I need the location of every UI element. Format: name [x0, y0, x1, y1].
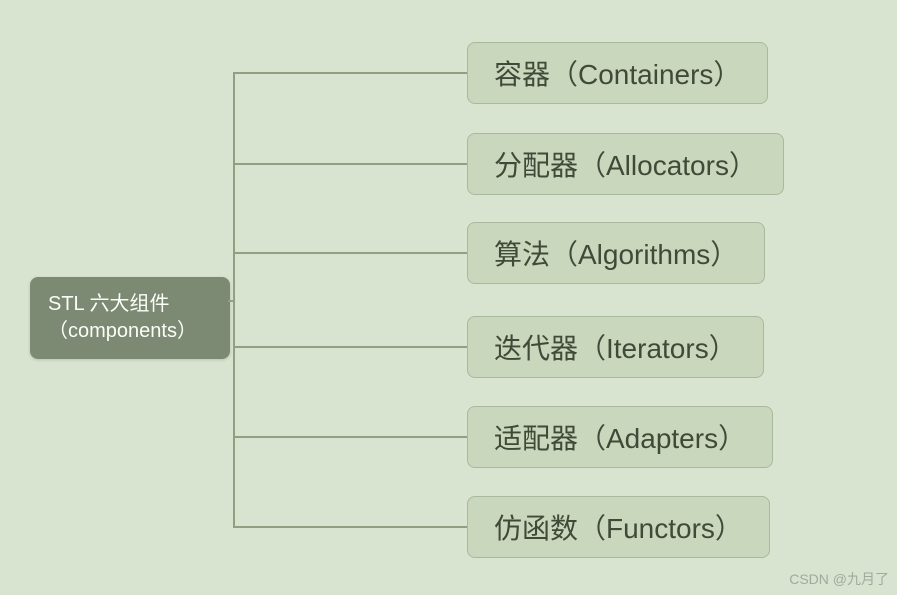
- connector-branch-4: [233, 436, 467, 438]
- child-label: 分配器（Allocators）: [494, 144, 757, 184]
- child-label: 迭代器（Iterators）: [494, 327, 737, 367]
- connector-branch-1: [233, 163, 467, 165]
- child-node-iterators: 迭代器（Iterators）: [467, 316, 764, 378]
- diagram-stage: STL 六大组件（components） 容器（Containers） 分配器（…: [0, 0, 897, 595]
- watermark-text: CSDN @九月了: [789, 569, 889, 589]
- child-label: 容器（Containers）: [494, 53, 741, 93]
- connector-branch-0: [233, 72, 467, 74]
- child-label: 算法（Algorithms）: [494, 233, 738, 273]
- child-node-functors: 仿函数（Functors）: [467, 496, 770, 558]
- connector-branch-3: [233, 346, 467, 348]
- child-node-containers: 容器（Containers）: [467, 42, 768, 104]
- child-label: 适配器（Adapters）: [494, 417, 746, 457]
- child-label: 仿函数（Functors）: [494, 507, 743, 547]
- child-node-algorithms: 算法（Algorithms）: [467, 222, 765, 284]
- root-label: STL 六大组件（components）: [48, 291, 212, 345]
- child-node-adapters: 适配器（Adapters）: [467, 406, 773, 468]
- child-node-allocators: 分配器（Allocators）: [467, 133, 784, 195]
- root-node: STL 六大组件（components）: [30, 277, 230, 359]
- connector-root-stub: [228, 300, 235, 302]
- connector-branch-2: [233, 252, 467, 254]
- connector-branch-5: [233, 526, 467, 528]
